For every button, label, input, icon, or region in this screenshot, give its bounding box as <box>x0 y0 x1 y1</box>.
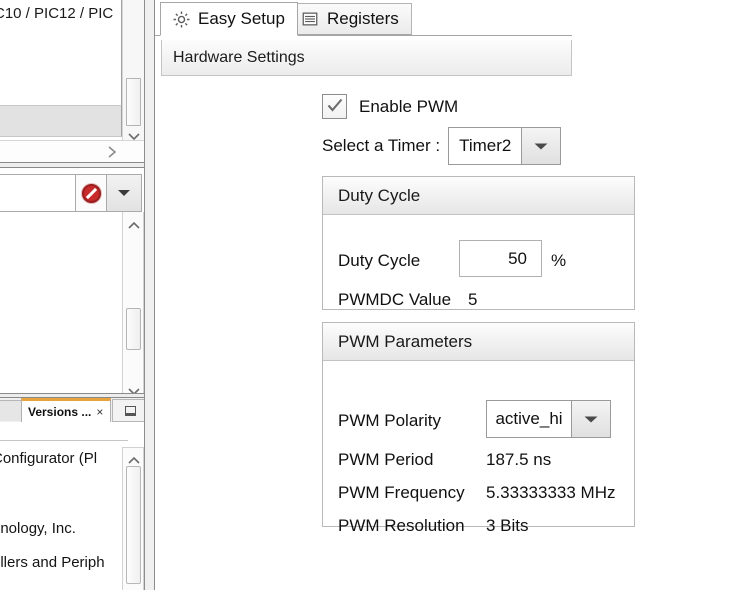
duty-cycle-label: Duty Cycle <box>338 251 420 271</box>
enable-pwm-checkbox[interactable] <box>322 94 347 119</box>
scrollbar-thumb[interactable] <box>126 78 141 126</box>
output-scrollbar[interactable] <box>122 447 144 590</box>
pwm-polarity-value[interactable]: active_hi <box>486 400 571 438</box>
tab-easy-setup-label: Easy Setup <box>198 9 285 29</box>
enable-pwm-row[interactable]: Enable PWM <box>322 94 458 119</box>
pwmdc-value: 5 <box>468 290 477 310</box>
caret-down-icon <box>533 142 549 151</box>
pwm-resolution-value: 3 Bits <box>486 516 529 536</box>
close-icon[interactable]: × <box>96 406 103 418</box>
section-header: Hardware Settings <box>161 40 572 76</box>
pwm-parameters-group: PWM Parameters PWM Polarity active_hi PW… <box>322 322 635 527</box>
output-window[interactable]: Configurator (Pl hnology, Inc. ollers an… <box>0 422 150 590</box>
pwm-polarity-dropdown-button[interactable] <box>571 400 611 438</box>
dock-tab-partial[interactable] <box>0 400 22 421</box>
chevron-down-icon[interactable] <box>127 128 141 138</box>
output-line: hnology, Inc. <box>0 520 76 537</box>
minimize-button[interactable] <box>112 399 148 422</box>
dock-tab-label: Versions ... <box>28 405 91 419</box>
scrollbar-thumb[interactable] <box>126 466 141 584</box>
panel-separator <box>0 162 150 168</box>
pwm-parameters-group-title: PWM Parameters <box>323 323 634 361</box>
pwm-polarity-label: PWM Polarity <box>338 411 441 431</box>
tab-easy-setup[interactable]: Easy Setup <box>160 2 298 36</box>
minimize-icon <box>125 406 136 416</box>
pwm-period-value: 187.5 ns <box>486 450 551 470</box>
list-icon <box>300 9 320 29</box>
duty-cycle-input[interactable]: 50 <box>459 240 542 277</box>
duty-cycle-group: Duty Cycle Duty Cycle 50 % PWMDC Value 5 <box>322 176 635 310</box>
select-timer-dropdown-button[interactable] <box>521 127 561 165</box>
pwm-resolution-label: PWM Resolution <box>338 516 465 536</box>
select-timer-label: Select a Timer : <box>322 136 440 156</box>
panel-splitter[interactable] <box>144 0 155 590</box>
checkmark-icon <box>327 98 343 117</box>
duty-cycle-group-title: Duty Cycle <box>323 177 634 215</box>
left-combo-row[interactable] <box>0 174 144 212</box>
lower-list-scrollbar[interactable] <box>122 212 144 400</box>
left-combo-dropdown-button[interactable] <box>106 174 142 212</box>
tab-registers-label: Registers <box>327 9 399 29</box>
select-timer-combobox[interactable]: Timer2 <box>448 127 561 165</box>
left-clipped-panel: C10 / PIC12 / PIC <box>0 0 150 590</box>
tab-bar: Easy Setup Registers <box>155 0 572 36</box>
pwm-polarity-combobox[interactable]: active_hi <box>486 400 611 438</box>
device-list-text: C10 / PIC12 / PIC <box>0 5 113 22</box>
device-list-selected-row[interactable] <box>0 105 122 137</box>
caret-down-icon <box>117 189 131 197</box>
device-list-scrollbar[interactable] <box>122 0 144 140</box>
output-line: ollers and Periph <box>0 554 105 571</box>
pwm-period-label: PWM Period <box>338 450 433 470</box>
caret-down-icon <box>583 415 599 424</box>
pwmdc-value-label: PWMDC Value <box>338 290 451 310</box>
output-line: Configurator (Pl <box>0 450 97 467</box>
select-timer-row: Select a Timer : Timer2 <box>322 127 561 165</box>
chevron-up-icon[interactable] <box>127 453 141 463</box>
chevron-down-icon[interactable] <box>127 383 141 393</box>
dock-tab-versions[interactable]: Versions ... × <box>21 398 111 422</box>
chevron-up-icon[interactable] <box>127 218 141 228</box>
duty-cycle-unit: % <box>551 251 566 271</box>
pwm-frequency-value: 5.33333333 MHz <box>486 483 615 503</box>
prohibited-icon <box>82 184 101 203</box>
lower-list-area[interactable] <box>0 212 123 400</box>
scrollbar-thumb[interactable] <box>126 308 141 350</box>
pwm-configuration-panel: Easy Setup Registers Hardware Settings <box>155 0 738 590</box>
select-timer-value[interactable]: Timer2 <box>448 127 521 165</box>
gear-icon <box>171 9 191 29</box>
bottom-dock-tabstrip: Versions ... × <box>0 398 150 422</box>
pwm-frequency-label: PWM Frequency <box>338 483 465 503</box>
device-list-hscrollbar[interactable] <box>0 140 144 162</box>
enable-pwm-label: Enable PWM <box>359 97 458 117</box>
chevron-right-icon[interactable] <box>106 145 118 159</box>
output-divider <box>0 440 128 441</box>
tab-registers[interactable]: Registers <box>289 3 412 35</box>
left-combo-status-cell[interactable] <box>75 174 107 212</box>
device-list[interactable]: C10 / PIC12 / PIC <box>0 0 122 108</box>
left-combo-field[interactable] <box>0 174 76 212</box>
